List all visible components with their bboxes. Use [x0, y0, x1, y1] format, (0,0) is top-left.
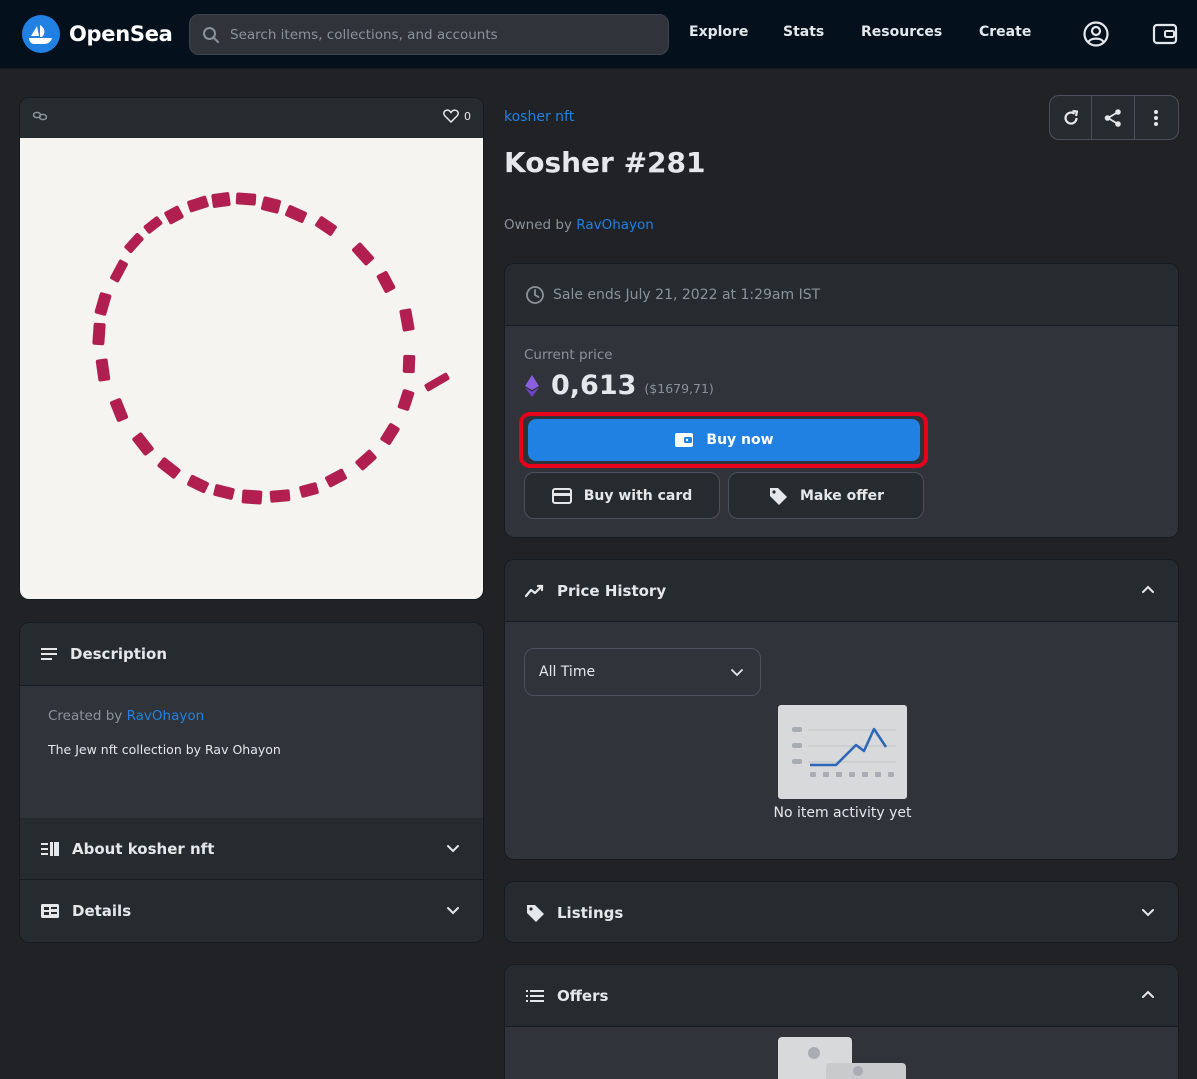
empty-offers-illustration — [778, 1037, 907, 1079]
owned-by-line: Owned by RavOhayon — [504, 217, 654, 233]
owned-by-label: Owned by — [504, 217, 572, 233]
description-panel: Description Created by RavOhayon The Jew… — [19, 622, 484, 943]
search-input[interactable] — [230, 26, 650, 43]
about-icon — [41, 841, 59, 856]
creator-link[interactable]: RavOhayon — [127, 708, 205, 724]
refresh-icon — [1064, 109, 1078, 125]
item-action-group — [1049, 95, 1179, 140]
opensea-logo-icon — [22, 15, 60, 53]
time-range-value: All Time — [539, 664, 596, 680]
offers-list-icon — [526, 989, 544, 1002]
chevron-down-icon — [731, 669, 743, 677]
price-row: 0,613 ($1679,71) — [525, 370, 714, 401]
opensea-logo[interactable]: OpenSea — [22, 15, 173, 53]
nft-artwork-image[interactable] — [20, 138, 483, 599]
price-value: 0,613 — [551, 370, 637, 401]
description-header[interactable]: Description — [20, 623, 483, 686]
wallet-icon — [675, 433, 694, 447]
no-activity-text: No item activity yet — [773, 805, 912, 821]
price-history-title: Price History — [557, 581, 667, 600]
heart-icon — [443, 109, 459, 123]
refresh-button[interactable] — [1050, 96, 1093, 139]
chevron-down-icon — [1142, 909, 1154, 917]
make-offer-button[interactable]: Make offer — [728, 472, 924, 519]
buy-now-label: Buy now — [706, 432, 774, 448]
description-text: The Jew nft collection by Rav Ohayon — [48, 742, 281, 757]
listings-title: Listings — [557, 904, 624, 922]
link-icon — [32, 111, 48, 121]
details-title: Details — [72, 902, 132, 920]
listings-panel: Listings — [504, 881, 1179, 943]
like-button[interactable]: 0 — [443, 109, 471, 123]
details-icon — [41, 904, 59, 918]
sale-timer: Sale ends July 21, 2022 at 1:29am IST — [505, 264, 1178, 326]
details-header[interactable]: Details — [20, 880, 483, 942]
chevron-down-icon — [447, 907, 459, 915]
share-icon — [1104, 108, 1121, 127]
nav-resources[interactable]: Resources — [861, 24, 942, 40]
buy-with-card-label: Buy with card — [583, 487, 693, 504]
created-by-line: Created by RavOhayon — [48, 708, 455, 724]
description-title: Description — [70, 645, 168, 663]
chevron-up-icon — [1142, 585, 1154, 593]
nav-stats[interactable]: Stats — [783, 24, 824, 40]
account-icon[interactable] — [1081, 19, 1111, 49]
collection-link[interactable]: kosher nft — [504, 109, 574, 125]
like-count: 0 — [464, 109, 471, 123]
search-bar[interactable] — [189, 14, 669, 55]
image-card-header: 0 — [20, 98, 483, 138]
more-icon — [1154, 109, 1159, 126]
chevron-up-icon — [1142, 990, 1154, 998]
price-history-header[interactable]: Price History — [505, 560, 1178, 622]
nft-image-card: 0 — [19, 97, 484, 600]
nav-explore[interactable]: Explore — [689, 24, 748, 40]
clock-icon — [526, 285, 544, 304]
make-offer-label: Make offer — [799, 487, 885, 504]
search-icon — [203, 26, 219, 43]
about-collection-title: About kosher nft — [72, 839, 215, 858]
price-usd: ($1679,71) — [644, 381, 714, 396]
offers-header[interactable]: Offers — [505, 965, 1178, 1027]
offers-title: Offers — [557, 986, 609, 1005]
current-price-label: Current price — [524, 347, 613, 363]
item-title: Kosher #281 — [504, 146, 706, 179]
share-button[interactable] — [1092, 96, 1135, 139]
listings-header[interactable]: Listings — [505, 882, 1178, 942]
chevron-down-icon — [447, 845, 459, 853]
price-history-panel: Price History All Time No item activity … — [504, 559, 1179, 860]
wallet-icon[interactable] — [1150, 19, 1180, 49]
eth-icon — [525, 374, 539, 397]
description-body: Created by RavOhayon The Jew nft collect… — [20, 686, 483, 818]
buy-now-button[interactable]: Buy now — [528, 419, 920, 461]
about-collection-header[interactable]: About kosher nft — [20, 818, 483, 880]
nav-create[interactable]: Create — [979, 24, 1031, 40]
more-options-button[interactable] — [1135, 96, 1178, 139]
created-by-label: Created by — [48, 708, 123, 724]
top-navbar: OpenSea Explore Stats Resources Create — [0, 0, 1197, 69]
trending-line-icon — [525, 584, 544, 597]
tag-icon — [769, 487, 787, 505]
empty-chart-illustration — [778, 705, 907, 799]
time-range-select[interactable]: All Time — [524, 648, 761, 696]
description-icon — [41, 648, 57, 660]
credit-card-icon — [551, 487, 572, 504]
tag-icon — [527, 905, 544, 922]
brand-name: OpenSea — [69, 22, 173, 46]
sale-ends-text: Sale ends July 21, 2022 at 1:29am IST — [553, 286, 821, 303]
buy-with-card-button[interactable]: Buy with card — [524, 472, 720, 519]
owner-link[interactable]: RavOhayon — [576, 217, 654, 233]
offers-panel: Offers — [504, 964, 1179, 1079]
sale-panel: Sale ends July 21, 2022 at 1:29am IST Cu… — [504, 263, 1179, 538]
